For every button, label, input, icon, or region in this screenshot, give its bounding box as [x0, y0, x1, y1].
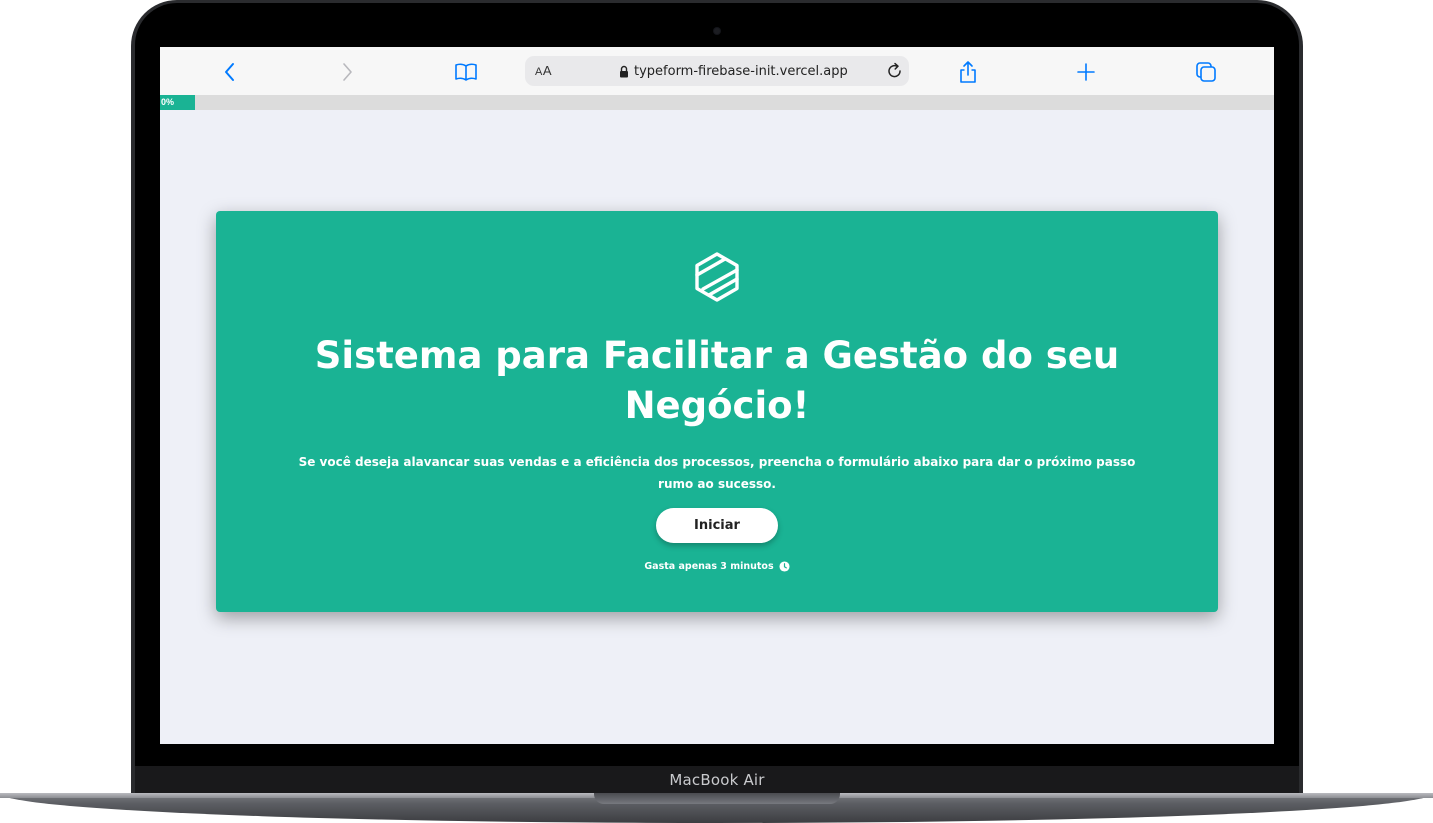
- laptop-chin: MacBook Air: [135, 766, 1299, 793]
- book-icon: [455, 63, 477, 81]
- browser-toolbar: AA typeform-firebase-init.vercel.app: [160, 47, 1274, 95]
- url-display[interactable]: typeform-firebase-init.vercel.app: [619, 56, 848, 86]
- laptop-opening-notch: [594, 793, 840, 804]
- share-icon: [960, 61, 976, 83]
- url-text: typeform-firebase-init.vercel.app: [634, 63, 848, 79]
- time-estimate: Gasta apenas 3 minutos: [216, 561, 1218, 572]
- back-button[interactable]: [217, 59, 243, 85]
- device-label: MacBook Air: [669, 770, 765, 789]
- time-estimate-text: Gasta apenas 3 minutos: [644, 561, 774, 572]
- text-size-button[interactable]: AA: [535, 56, 552, 86]
- tabs-icon: [1196, 62, 1216, 82]
- progress-label: 0%: [161, 97, 175, 107]
- tabs-button[interactable]: [1193, 59, 1219, 85]
- share-button[interactable]: [955, 59, 981, 85]
- plus-icon: [1077, 63, 1095, 81]
- text-size-big-label: A: [542, 63, 553, 78]
- forward-button[interactable]: [334, 59, 360, 85]
- reload-icon[interactable]: [885, 61, 905, 81]
- new-tab-button[interactable]: [1073, 59, 1099, 85]
- chevron-left-icon: [225, 63, 234, 81]
- browser-screen: AA typeform-firebase-init.vercel.app 0% …: [160, 47, 1274, 744]
- address-bar[interactable]: AA typeform-firebase-init.vercel.app: [525, 56, 909, 86]
- bookmarks-button[interactable]: [453, 59, 479, 85]
- form-progress-bar: 0%: [160, 95, 1274, 110]
- hero-subtitle: Se você deseja alavancar suas vendas e a…: [298, 455, 1136, 491]
- hexagon-logo-icon: [695, 252, 739, 302]
- welcome-card: Sistema para Facilitar a Gestão do seu N…: [216, 211, 1218, 612]
- camera-icon: [714, 28, 720, 34]
- clock-icon: [779, 561, 790, 572]
- start-button[interactable]: Iniciar: [656, 508, 778, 543]
- lock-icon: [620, 65, 628, 77]
- laptop-frame: AA typeform-firebase-init.vercel.app 0% …: [0, 0, 1433, 823]
- text-size-small-label: A: [535, 66, 543, 78]
- chevron-right-icon: [343, 63, 352, 81]
- hero-title: Sistema para Facilitar a Gestão do seu N…: [314, 334, 1120, 427]
